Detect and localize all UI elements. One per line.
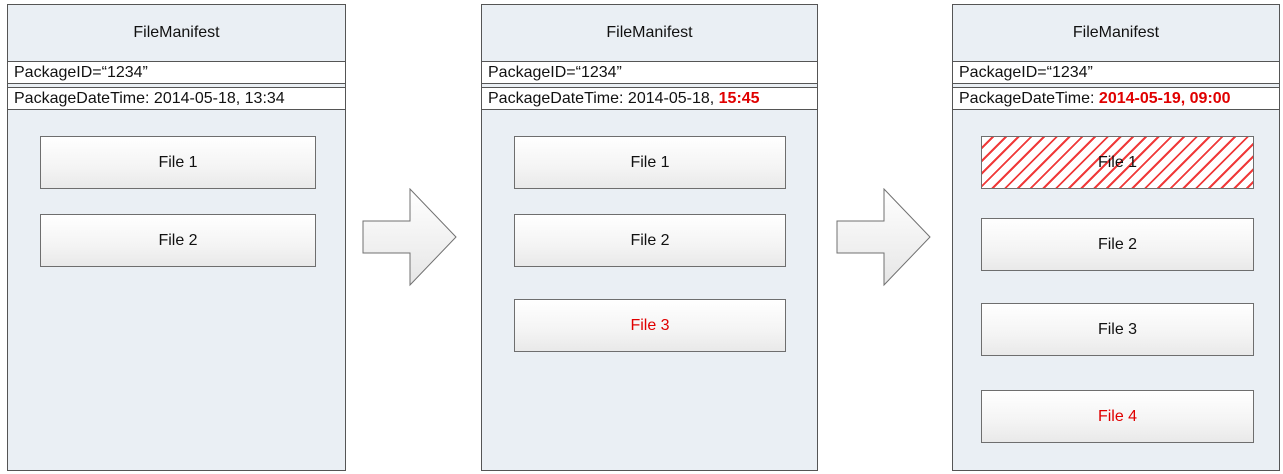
file-manifest-2: FileManifest PackageID=“1234” PackageDat… (481, 4, 818, 471)
manifest-title: FileManifest (133, 24, 220, 41)
file-item-3: File 3 (981, 303, 1254, 356)
file-manifest-3: FileManifest PackageID=“1234” PackageDat… (952, 4, 1280, 471)
transition-arrow-1 (362, 188, 457, 287)
package-datetime-field: PackageDateTime: 2014-05-19, 09:00 (952, 87, 1280, 110)
package-datetime-changed: 15:45 (718, 90, 760, 107)
package-id-field: PackageID=“1234” (481, 61, 818, 84)
package-datetime-field: PackageDateTime: 2014-05-18, 15:45 (481, 87, 818, 110)
manifest-title: FileManifest (606, 24, 693, 41)
file-item-2: File 2 (981, 218, 1254, 271)
file-manifest-1: FileManifest PackageID=“1234” PackageDat… (7, 4, 346, 471)
package-datetime-label: PackageDateTime: (959, 90, 1099, 107)
package-datetime-label: PackageDateTime: (14, 90, 154, 107)
package-datetime-changed: 2014-05-19, 09:00 (1098, 90, 1231, 107)
package-datetime-value: 2014-05-18, (627, 90, 719, 107)
package-id-field: PackageID=“1234” (952, 61, 1280, 84)
file-item-2: File 2 (514, 214, 786, 267)
file-item-4: File 4 (981, 390, 1254, 443)
file-item-1: File 1 (514, 136, 786, 189)
transition-arrow-2 (836, 188, 931, 287)
package-datetime-field: PackageDateTime: 2014-05-18, 13:34 (7, 87, 346, 110)
file-item-3: File 3 (514, 299, 786, 352)
file-item-2: File 2 (40, 214, 316, 267)
package-datetime-label: PackageDateTime: (488, 90, 628, 107)
manifest-title: FileManifest (1072, 24, 1160, 41)
package-id-field: PackageID=“1234” (7, 61, 346, 84)
package-datetime-value: 2014-05-18, 13:34 (153, 90, 285, 107)
file-item-1-removed: File 1 (981, 136, 1254, 189)
file-item-1: File 1 (40, 136, 316, 189)
